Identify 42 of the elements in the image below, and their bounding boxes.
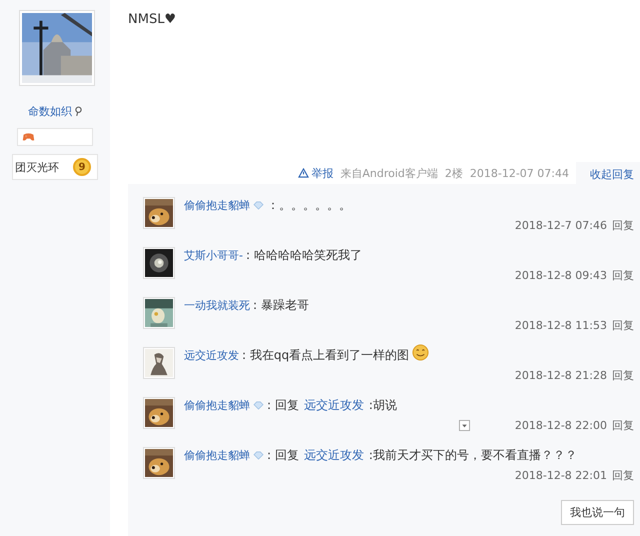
source-text: 来自Android客户端 [340,166,438,180]
reply-label: : 回复 [267,446,299,464]
reply-time: 2018-12-8 22:01 [514,468,607,482]
reply-label: : 回复 [267,396,299,414]
reply-text: ：。。。。。。 [267,196,351,214]
reply-text: :我前天才买下的号，要不看直播？？？ [368,446,577,464]
reply-username[interactable]: 偷偷抱走貂蝉 [184,198,250,212]
username-link[interactable]: 命数如织 [28,104,72,119]
post-time: 2018-12-07 07:44 [470,166,569,180]
reply-time: 2018-12-8 11:53 [514,318,607,332]
comment-button[interactable]: 我也说一句 [561,500,634,525]
reply-link[interactable]: 回复 [612,318,634,332]
reply-username[interactable]: 远交近攻发 [184,348,239,362]
reply-text: : 暴躁老哥 [253,296,309,314]
reply-text: : 哈哈哈哈哈笑死我了 [246,246,362,264]
reply-username[interactable]: 偷偷抱走貂蝉 [184,398,250,412]
gender-icon [75,106,82,117]
title-text: 团灭光环 [15,160,59,174]
mentioned-user-link[interactable]: 远交近攻发 [304,396,364,414]
collapse-replies-tab[interactable]: 收起回复 [576,162,640,184]
gamepad-icon [22,132,35,142]
warning-icon [298,168,310,178]
reply-username[interactable]: 艾斯小哥哥- [184,248,243,262]
reply-time: 2018-12-7 07:46 [514,218,607,232]
reply-username[interactable]: 一动我就装死 [184,298,250,312]
reply-text: : 我在qq看点上看到了一样的图 [242,346,410,364]
reply-link[interactable]: 回复 [612,468,634,482]
reply-link[interactable]: 回复 [612,368,634,382]
reply-link[interactable]: 回复 [612,268,634,282]
reply-link[interactable]: 回复 [612,218,634,232]
reply-username[interactable]: 偷偷抱走貂蝉 [184,448,250,462]
reply-link[interactable]: 回复 [612,418,634,432]
mentioned-user-link[interactable]: 远交近攻发 [304,446,364,464]
reply-text: :胡说 [368,396,397,414]
report-link[interactable]: 举报 [298,166,334,180]
reply-time: 2018-12-8 21:28 [514,368,607,382]
dropdown-icon[interactable] [458,420,470,430]
level-badge: 9 [73,158,91,176]
reply-time: 2018-12-8 09:43 [514,268,607,282]
reply-time: 2018-12-8 22:00 [514,418,607,432]
floor-text: 2楼 [444,166,463,180]
post-text: NMSL♥ [128,12,178,29]
